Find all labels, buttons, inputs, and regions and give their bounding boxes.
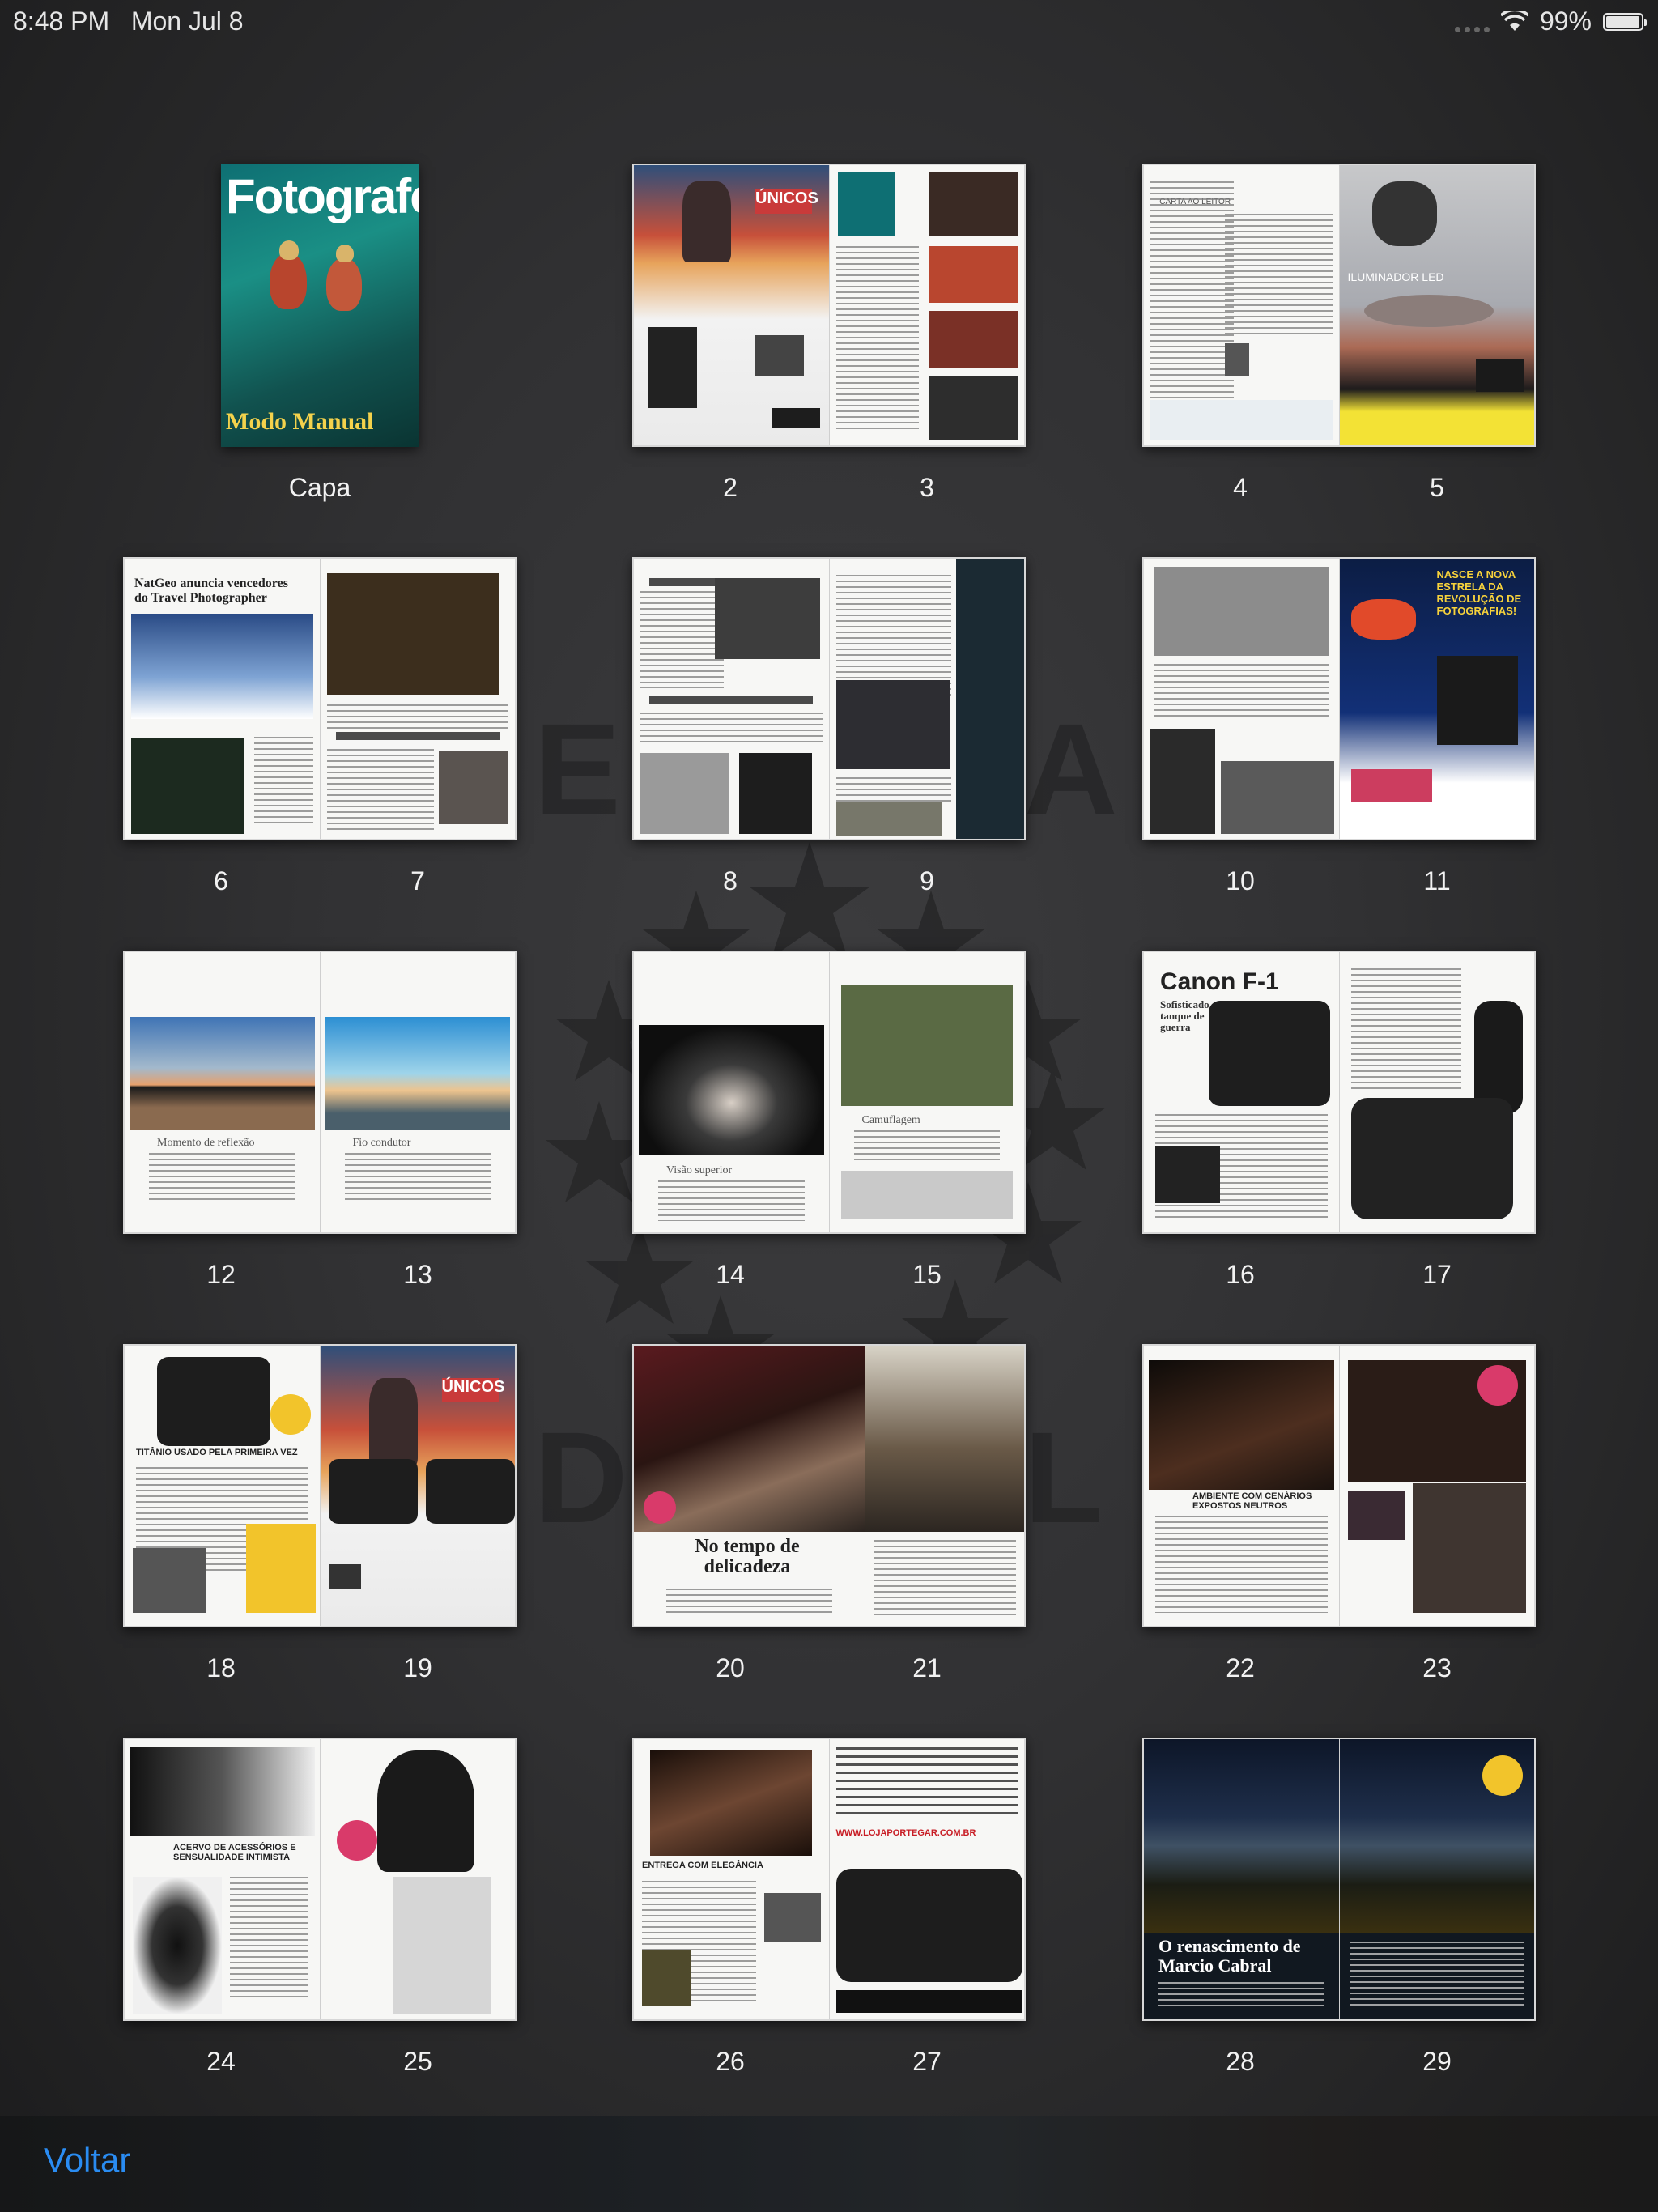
page-label-right: 21: [912, 1653, 942, 1682]
page-label-right: 17: [1422, 1260, 1452, 1289]
thumbnail-spread-20-21[interactable]: No tempo de delicadeza 20 21: [632, 1344, 1026, 1684]
page-label-right: 13: [403, 1260, 432, 1289]
spread-image[interactable]: ACERVO DE ACESSÓRIOS E SENSUALIDADE INTI…: [123, 1738, 517, 2021]
spread-image[interactable]: No tempo de delicadeza: [632, 1344, 1026, 1627]
page-label-right: 7: [410, 866, 425, 895]
spread-image[interactable]: AMBIENTE COM CENÁRIOS EXPOSTOS NEUTROS: [1142, 1344, 1536, 1627]
spread-image[interactable]: TITÂNIO USADO PELA PRIMEIRA VEZ ÚNICOS: [123, 1344, 517, 1627]
thumbnail-spread-4-5[interactable]: CARTA AO LEITOR ILUMINADOR LED 4 5: [1142, 164, 1536, 504]
page-label: Capa: [288, 473, 351, 502]
page-label-left: 26: [716, 2047, 745, 2076]
thumbnail-spread-28-29[interactable]: O renascimento de Marcio Cabral 28 29: [1142, 1738, 1536, 2078]
spread-headline: AMBIENTE COM CENÁRIOS EXPOSTOS NEUTROS: [1192, 1491, 1312, 1511]
page-label-right: 11: [1423, 866, 1451, 895]
page-label-left: 4: [1233, 473, 1248, 502]
page-label-left: 20: [716, 1653, 745, 1682]
spread-headline: ENTREGA COM ELEGÂNCIA: [642, 1861, 763, 1870]
page-label-left: 14: [716, 1260, 745, 1289]
page-label-right: 5: [1430, 473, 1444, 502]
spread-caption: Visão superior: [666, 1164, 733, 1176]
cover-title: Fotografe: [226, 169, 419, 223]
page-label-left: 10: [1226, 866, 1255, 895]
page-label-left: 2: [723, 473, 738, 502]
thumbnail-spread-6-7[interactable]: NatGeo anuncia vencedores do Travel Phot…: [123, 557, 517, 897]
page-label-left: 24: [206, 2047, 236, 2076]
spread-headline: ACERVO DE ACESSÓRIOS E SENSUALIDADE INTI…: [173, 1843, 296, 1862]
page-label-left: 6: [214, 866, 228, 895]
page-label-left: 8: [723, 866, 738, 895]
thumbnail-spread-12-13[interactable]: Momento de reflexão Fio condutor 12 13: [123, 951, 517, 1291]
thumbnail-spread-24-25[interactable]: ACERVO DE ACESSÓRIOS E SENSUALIDADE INTI…: [123, 1738, 517, 2078]
spread-image[interactable]: Momento de reflexão Fio condutor: [123, 951, 517, 1234]
spread-caption: Momento de reflexão: [157, 1137, 255, 1149]
page-label-right: 25: [403, 2047, 432, 2076]
spread-headline: O renascimento de Marcio Cabral: [1158, 1936, 1301, 1976]
back-button[interactable]: Voltar: [44, 2141, 130, 2180]
spread-headline-right: ILUMINADOR LED: [1347, 270, 1444, 283]
spread-headline: NatGeo anuncia vencedores do Travel Phot…: [134, 576, 288, 605]
thumbnail-spread-10-11[interactable]: NASCE A NOVA ESTRELA DA REVOLUÇÃO DE FOT…: [1142, 557, 1536, 897]
thumbnail-cover[interactable]: Fotografe Modo Manual Capa: [123, 164, 517, 504]
page-label-left: 12: [206, 1260, 236, 1289]
cover-image[interactable]: Fotografe Modo Manual: [221, 164, 419, 447]
spread-headline: No tempo de delicadeza: [695, 1536, 800, 1577]
spread-image[interactable]: ÚNICOS: [632, 164, 1026, 447]
page-label-right: 27: [912, 2047, 942, 2076]
thumbnail-spread-8-9[interactable]: 8 9: [632, 557, 1026, 897]
page-label-left: 18: [206, 1653, 236, 1682]
page-thumbnail-grid: Fotografe Modo Manual Capa ÚNICOS 2 3 IL…: [0, 0, 1658, 2105]
page-label-right: 23: [1422, 1653, 1452, 1682]
spread-headline-right: NASCE A NOVA ESTRELA DA REVOLUÇÃO DE FOT…: [1436, 568, 1522, 617]
cover-subtitle: Modo Manual: [226, 408, 374, 435]
thumbnail-spread-16-17[interactable]: Canon F-1 Sofisticado tanque de guerra 1…: [1142, 951, 1536, 1291]
thumbnail-spread-14-15[interactable]: Visão superior Camuflagem 14 15: [632, 951, 1026, 1291]
spread-caption-right: Camuflagem: [861, 1114, 920, 1126]
spread-image[interactable]: NASCE A NOVA ESTRELA DA REVOLUÇÃO DE FOT…: [1142, 557, 1536, 840]
spread-image[interactable]: NatGeo anuncia vencedores do Travel Phot…: [123, 557, 517, 840]
spread-image[interactable]: Canon F-1 Sofisticado tanque de guerra: [1142, 951, 1536, 1234]
page-label-left: 16: [1226, 1260, 1255, 1289]
page-label-right: 3: [920, 473, 934, 502]
spread-image[interactable]: CARTA AO LEITOR ILUMINADOR LED: [1142, 164, 1536, 447]
spread-caption-right: Fio condutor: [352, 1137, 411, 1149]
spread-headline: Canon F-1: [1160, 968, 1279, 995]
page-label-right: 15: [912, 1260, 942, 1289]
thumbnail-spread-18-19[interactable]: TITÂNIO USADO PELA PRIMEIRA VEZ ÚNICOS 1…: [123, 1344, 517, 1684]
thumbnail-spread-2-3[interactable]: ÚNICOS 2 3: [632, 164, 1026, 504]
page-label-right: 29: [1422, 2047, 1452, 2076]
page-label-left: 28: [1226, 2047, 1255, 2076]
thumbnail-spread-22-23[interactable]: AMBIENTE COM CENÁRIOS EXPOSTOS NEUTROS 2…: [1142, 1344, 1536, 1684]
spread-image[interactable]: Visão superior Camuflagem: [632, 951, 1026, 1234]
bottom-toolbar: Voltar: [0, 2116, 1658, 2212]
spread-headline: ÚNICOS: [755, 189, 818, 214]
thumbnail-spread-26-27[interactable]: ENTREGA COM ELEGÂNCIA WWW.LOJAPORTEGAR.C…: [632, 1738, 1026, 2078]
spread-headline-right: ÚNICOS: [441, 1378, 504, 1402]
spread-headline: TITÂNIO USADO PELA PRIMEIRA VEZ: [136, 1448, 298, 1457]
page-label-left: 22: [1226, 1653, 1255, 1682]
page-label-right: 19: [403, 1653, 432, 1682]
spread-image[interactable]: O renascimento de Marcio Cabral: [1142, 1738, 1536, 2021]
spread-image[interactable]: [632, 557, 1026, 840]
spread-image[interactable]: ENTREGA COM ELEGÂNCIA WWW.LOJAPORTEGAR.C…: [632, 1738, 1026, 2021]
page-label-right: 9: [920, 866, 934, 895]
spread-headline-right: WWW.LOJAPORTEGAR.COM.BR: [835, 1828, 976, 1838]
